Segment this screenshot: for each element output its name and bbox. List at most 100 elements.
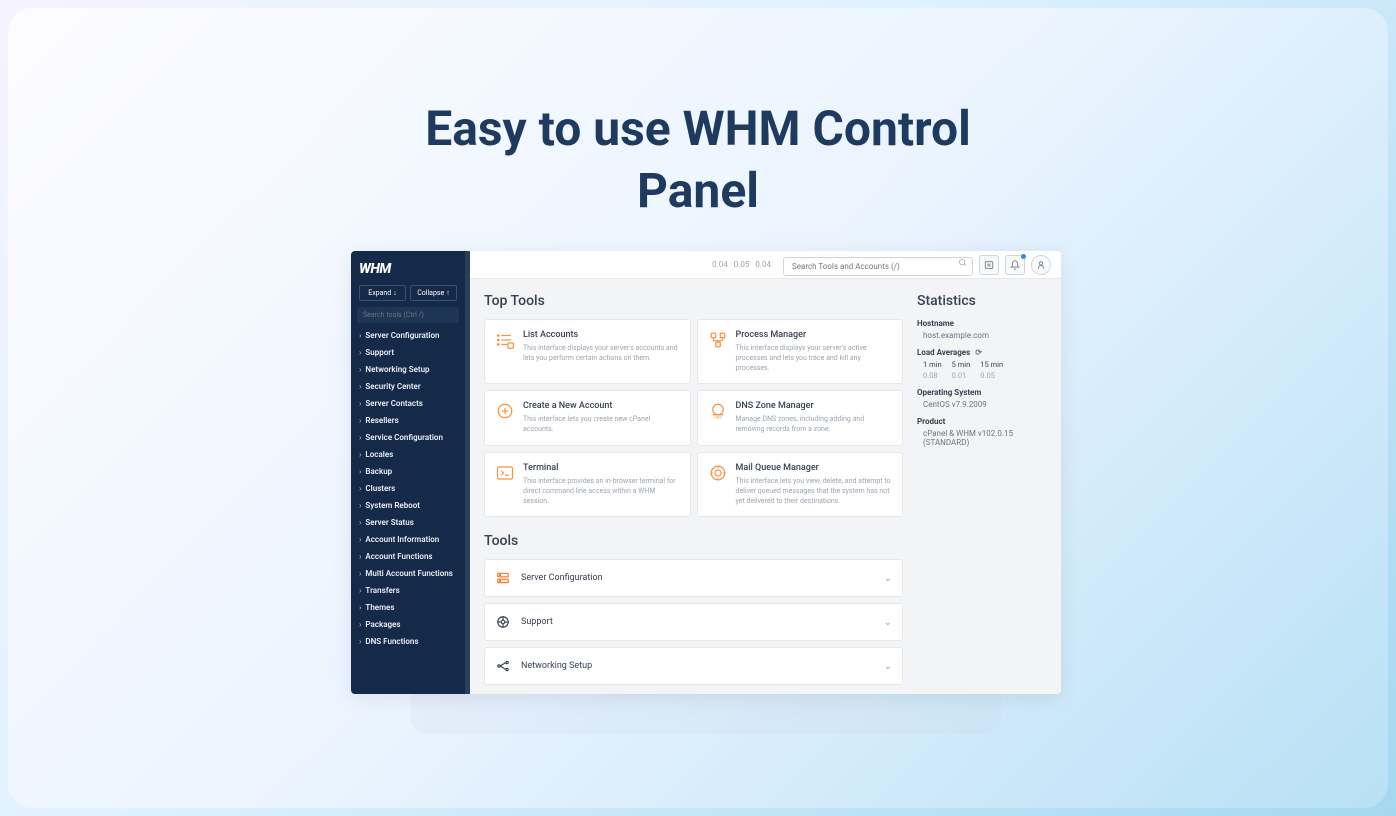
chevron-down-icon: ⌄	[884, 617, 892, 628]
chevron-right-icon: ›	[359, 348, 361, 357]
sidebar-item-label: Support	[365, 348, 394, 357]
tool-card-title: Process Manager	[736, 330, 893, 340]
collapse-button[interactable]: Collapse ↑	[410, 285, 457, 301]
tool-card-description: This interface lets you create new cPane…	[523, 415, 680, 435]
sidebar-item[interactable]: › Transfers	[351, 582, 465, 599]
chevron-right-icon: ›	[359, 467, 361, 476]
sidebar-item[interactable]: › Locales	[351, 446, 465, 463]
window-shadow	[411, 694, 1001, 734]
sidebar-item[interactable]: › System Reboot	[351, 497, 465, 514]
search-icon	[958, 258, 967, 267]
chevron-right-icon: ›	[359, 569, 361, 578]
sidebar-item[interactable]: › Multi Account Functions	[351, 565, 465, 582]
tool-row-title: Support	[521, 617, 874, 627]
page-title: Easy to use WHM ControlPanel	[8, 98, 1388, 223]
chevron-right-icon: ›	[359, 586, 361, 595]
tool-row[interactable]: Networking Setup ⌄	[484, 647, 903, 685]
chevron-right-icon: ›	[359, 450, 361, 459]
tool-card-description: This interface displays your server's ac…	[523, 344, 680, 364]
sidebar-item[interactable]: ›Account Functions	[351, 548, 465, 565]
tool-card-title: Create a New Account	[523, 401, 680, 411]
tool-card[interactable]: Process Manager This interface displays …	[697, 319, 904, 384]
sidebar-item-label: Transfers	[365, 586, 399, 595]
tool-row-title: Networking Setup	[521, 661, 874, 671]
tool-card[interactable]: Create a New Account This interface lets…	[484, 390, 691, 446]
user-menu-button[interactable]	[1031, 255, 1051, 275]
sidebar-item-label: Multi Account Functions	[365, 569, 452, 578]
news-button[interactable]	[979, 255, 999, 275]
topbar-load-mini: 0.04 0.05 0.04	[712, 260, 771, 269]
sidebar-item[interactable]: › Backup	[351, 463, 465, 480]
chevron-down-icon: ⌄	[884, 661, 892, 672]
tool-card[interactable]: DNS DNS Zone Manager Manage DNS zones, i…	[697, 390, 904, 446]
sidebar-item[interactable]: ›Packages	[351, 616, 465, 633]
chevron-right-icon: ›	[359, 501, 361, 510]
sidebar-item-label: Clusters	[365, 484, 395, 493]
tool-card-title: DNS Zone Manager	[736, 401, 893, 411]
sidebar-item[interactable]: ›DNS Functions	[351, 633, 465, 650]
chevron-right-icon: ›	[359, 518, 361, 527]
sidebar-item[interactable]: ›Clusters	[351, 480, 465, 497]
chevron-right-icon: ›	[359, 603, 361, 612]
sidebar: WHM Expand ↓ Collapse ↑ › Server Configur…	[351, 251, 465, 694]
network-icon	[495, 658, 511, 674]
load-averages-label: Load Averages ⟳	[917, 348, 1047, 357]
support-icon	[495, 614, 511, 630]
chevron-right-icon: ›	[359, 433, 361, 442]
tools-heading: Tools	[484, 533, 903, 549]
tool-card-title: Mail Queue Manager	[736, 463, 893, 473]
chevron-right-icon: ›	[359, 399, 361, 408]
topbar: 0.04 0.05 0.04	[470, 251, 1061, 279]
tool-card[interactable]: Mail Queue Manager This interface lets y…	[697, 452, 904, 517]
sidebar-item-label: Locales	[365, 450, 393, 459]
sidebar-item-label: Server Contacts	[365, 399, 422, 408]
svg-text:DNS: DNS	[714, 416, 722, 420]
refresh-icon[interactable]: ⟳	[975, 348, 982, 357]
statistics-heading: Statistics	[917, 293, 1047, 309]
sidebar-item[interactable]: › Support	[351, 344, 465, 361]
tool-row[interactable]: Server Configuration ⌄	[484, 559, 903, 597]
mail-icon	[708, 463, 728, 483]
chevron-right-icon: ›	[359, 382, 361, 391]
sidebar-item[interactable]: ›Themes	[351, 599, 465, 616]
tool-card[interactable]: Terminal This interface provides an in-b…	[484, 452, 691, 517]
sidebar-item[interactable]: › Networking Setup	[351, 361, 465, 378]
sidebar-item[interactable]: › Resellers	[351, 412, 465, 429]
dns-icon: DNS	[708, 401, 728, 421]
sidebar-item[interactable]: ›Security Center	[351, 378, 465, 395]
sidebar-item[interactable]: ›Account Information	[351, 531, 465, 548]
terminal-icon	[495, 463, 515, 483]
chevron-right-icon: ›	[359, 365, 361, 374]
sidebar-item-label: Networking Setup	[365, 365, 429, 374]
expand-button[interactable]: Expand ↓	[359, 285, 406, 301]
sidebar-item-label: System Reboot	[365, 501, 420, 510]
server-icon	[495, 570, 511, 586]
chevron-right-icon: ›	[359, 416, 361, 425]
tool-row[interactable]: Support ⌄	[484, 603, 903, 641]
sidebar-item-label: Backup	[365, 467, 392, 476]
notification-dot-icon	[1021, 254, 1026, 259]
tool-card-description: This interface provides an in-browser te…	[523, 477, 680, 506]
chevron-right-icon: ›	[359, 331, 361, 340]
sidebar-item-label: Resellers	[365, 416, 398, 425]
hostname-value: host.example.com	[917, 331, 1047, 340]
sidebar-search-input[interactable]	[357, 307, 459, 323]
chevron-right-icon: ›	[359, 620, 361, 629]
tool-card[interactable]: List Accounts This interface displays yo…	[484, 319, 691, 384]
sidebar-item[interactable]: › Server Configuration	[351, 327, 465, 344]
chevron-down-icon: ⌄	[884, 573, 892, 584]
tool-card-description: This interface lets you view, delete, an…	[736, 477, 893, 506]
sidebar-item-label: Server Configuration	[365, 331, 439, 340]
tool-card-description: This interface displays your server's ac…	[736, 344, 893, 373]
brand-logo: WHM	[351, 251, 465, 285]
sidebar-item[interactable]: ›Server Status	[351, 514, 465, 531]
top-search-input[interactable]	[783, 257, 973, 276]
notifications-button[interactable]	[1005, 255, 1025, 275]
sidebar-item-label: Account Information	[365, 535, 439, 544]
process-icon	[708, 330, 728, 350]
create-icon	[495, 401, 515, 421]
sidebar-item[interactable]: ›Service Configuration	[351, 429, 465, 446]
product-label: Product	[917, 417, 1047, 426]
sidebar-item[interactable]: › Server Contacts	[351, 395, 465, 412]
statistics-panel: Statistics Hostname host.example.com Loa…	[917, 293, 1047, 680]
